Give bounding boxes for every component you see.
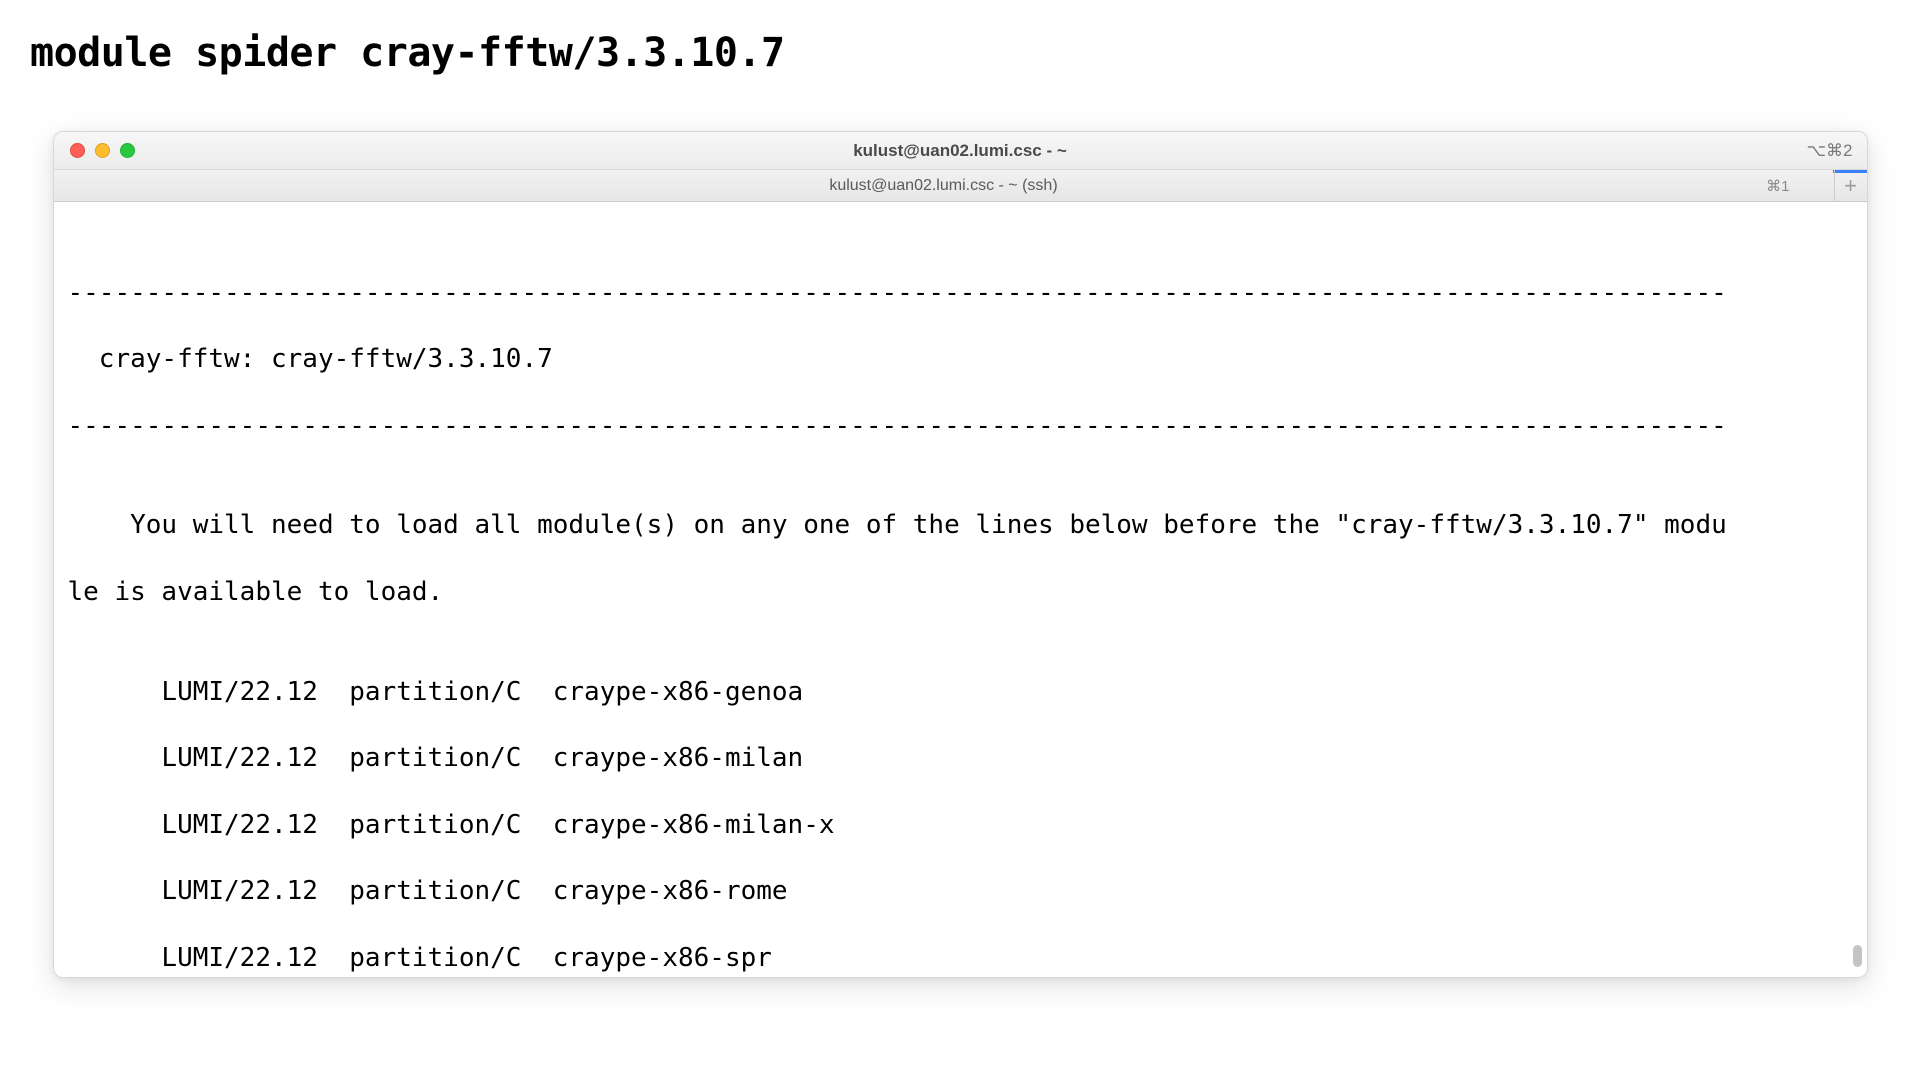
terminal-line: ----------------------------------------…: [68, 277, 1853, 310]
page-heading: module spider cray-fftw/3.3.10.7: [30, 30, 1890, 76]
plus-icon: +: [1844, 173, 1857, 199]
module-header: cray-fftw: cray-fftw/3.3.10.7: [68, 343, 1853, 376]
terminal-line: ----------------------------------------…: [68, 410, 1853, 443]
module-row: LUMI/22.12 partition/C craype-x86-milan-…: [68, 809, 1853, 842]
scrollbar-thumb[interactable]: [1853, 945, 1862, 967]
module-row: LUMI/22.12 partition/C craype-x86-rome: [68, 875, 1853, 908]
module-row: LUMI/22.12 partition/C craype-x86-spr: [68, 942, 1853, 975]
tab-shortcut: ⌘1: [1766, 177, 1789, 195]
traffic-lights: [54, 143, 135, 158]
maximize-icon[interactable]: [120, 143, 135, 158]
window-title: kulust@uan02.lumi.csc - ~: [853, 141, 1067, 161]
window-shortcut: ⌥⌘2: [1806, 141, 1852, 161]
module-intro: You will need to load all module(s) on a…: [68, 509, 1853, 542]
module-intro: le is available to load.: [68, 576, 1853, 609]
terminal-body[interactable]: ----------------------------------------…: [54, 202, 1867, 977]
title-bar: kulust@uan02.lumi.csc - ~ ⌥⌘2: [54, 132, 1867, 170]
module-row: LUMI/22.12 partition/C craype-x86-genoa: [68, 676, 1853, 709]
close-icon[interactable]: [70, 143, 85, 158]
terminal-window: kulust@uan02.lumi.csc - ~ ⌥⌘2 kulust@uan…: [53, 131, 1868, 978]
minimize-icon[interactable]: [95, 143, 110, 158]
tab-accent: [1833, 170, 1867, 173]
module-row: LUMI/22.12 partition/C craype-x86-milan: [68, 742, 1853, 775]
new-tab-button[interactable]: +: [1835, 170, 1867, 201]
tab-bar: kulust@uan02.lumi.csc - ~ (ssh) ⌘1 +: [54, 170, 1867, 202]
tab-label: kulust@uan02.lumi.csc - ~ (ssh): [829, 177, 1057, 195]
tab-ssh[interactable]: kulust@uan02.lumi.csc - ~ (ssh) ⌘1: [54, 170, 1835, 201]
